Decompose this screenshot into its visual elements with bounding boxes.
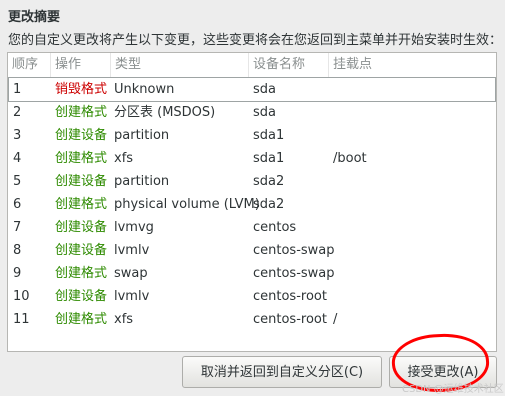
header-action[interactable]: 操作 (50, 53, 110, 77)
header-type[interactable]: 类型 (110, 53, 248, 77)
table-row[interactable]: 6 创建格式 physical volume (LVM) sda2 (9, 193, 495, 216)
cancel-return-button[interactable]: 取消并返回到自定义分区(C) (182, 356, 382, 388)
table-header: 顺序 操作 类型 设备名称 挂载点 (8, 53, 496, 78)
cell-order: 2 (13, 105, 22, 120)
cell-device: sda (253, 105, 276, 120)
cell-order: 5 (13, 174, 22, 189)
cell-action: 创建设备 (55, 243, 108, 258)
cell-action: 创建设备 (55, 220, 108, 235)
cell-type: lvmlv (114, 289, 150, 304)
table-row[interactable]: 1 销毁格式 Unknown sda (8, 77, 496, 102)
cell-device: sda1 (253, 128, 285, 143)
header-device[interactable]: 设备名称 (248, 53, 328, 77)
cell-action: 销毁格式 (55, 82, 108, 97)
table-row[interactable]: 3 创建设备 partition sda1 (9, 124, 495, 147)
cell-device: sda (253, 82, 276, 97)
cell-order: 3 (13, 128, 22, 143)
cell-device: sda1 (253, 151, 285, 166)
table-row[interactable]: 4 创建格式 xfs sda1/boot (9, 147, 495, 170)
changes-table: 顺序 操作 类型 设备名称 挂载点 1 销毁格式 Unknown sda 2 创建格式 分区… (7, 52, 497, 352)
header-mount[interactable]: 挂载点 (328, 53, 496, 77)
table-row[interactable]: 2 创建格式 分区表 (MSDOS) sda (9, 101, 495, 124)
cell-type: swap (114, 266, 148, 281)
cell-type: partition (114, 174, 170, 189)
header-order[interactable]: 顺序 (8, 53, 50, 77)
cell-order: 10 (13, 289, 30, 304)
cell-action: 创建格式 (55, 105, 108, 120)
cell-device: centos (253, 220, 297, 235)
cell-action: 创建格式 (55, 312, 108, 327)
cell-mount: /boot (333, 151, 367, 166)
cell-action: 创建格式 (55, 151, 108, 166)
cell-action: 创建设备 (55, 289, 108, 304)
cell-type: 分区表 (MSDOS) (114, 105, 216, 120)
cell-type: lvmvg (114, 220, 154, 235)
cell-device: sda2 (253, 174, 285, 189)
cell-device: centos-swap (253, 243, 335, 258)
table-row[interactable]: 11 创建格式 xfs centos-root / (9, 308, 495, 331)
cell-type: partition (114, 128, 170, 143)
table-row[interactable]: 7 创建设备 lvmvg centos (9, 216, 495, 239)
table-row[interactable]: 8 创建设备 lvmlv centos-swap (9, 239, 495, 262)
cell-type: xfs (114, 312, 134, 327)
table-row[interactable]: 5 创建设备 partition sda2 (9, 170, 495, 193)
cell-device: centos-root (253, 312, 327, 327)
dialog-description: 您的自定义更改将产生以下变更，这些变更将会在您返回到主菜单并开始安装时生效： (8, 33, 503, 48)
dialog-title: 更改摘要 (8, 10, 61, 25)
cell-type: Unknown (114, 82, 175, 97)
cell-order: 11 (13, 312, 30, 327)
cell-order: 1 (13, 82, 22, 97)
cell-device: centos-swap (253, 266, 335, 281)
table-row[interactable]: 9 创建格式 swap centos-swap (9, 262, 495, 285)
cell-device: sda2 (253, 197, 285, 212)
cell-type: physical volume (LVM) (114, 197, 260, 212)
cell-order: 9 (13, 266, 22, 281)
cell-action: 创建设备 (55, 174, 108, 189)
cell-type: lvmlv (114, 243, 150, 258)
table-row[interactable]: 10 创建设备 lvmlv centos-root (9, 285, 495, 308)
cell-device: centos-root (253, 289, 327, 304)
cell-order: 4 (13, 151, 22, 166)
cell-action: 创建格式 (55, 197, 108, 212)
cell-order: 6 (13, 197, 22, 212)
cell-type: xfs (114, 151, 134, 166)
watermark: CSDN @运维技术社区 (402, 384, 504, 395)
cell-order: 8 (13, 243, 22, 258)
cell-action: 创建格式 (55, 266, 108, 281)
cell-order: 7 (13, 220, 22, 235)
cell-mount: / (333, 312, 338, 327)
cell-action: 创建设备 (55, 128, 108, 143)
